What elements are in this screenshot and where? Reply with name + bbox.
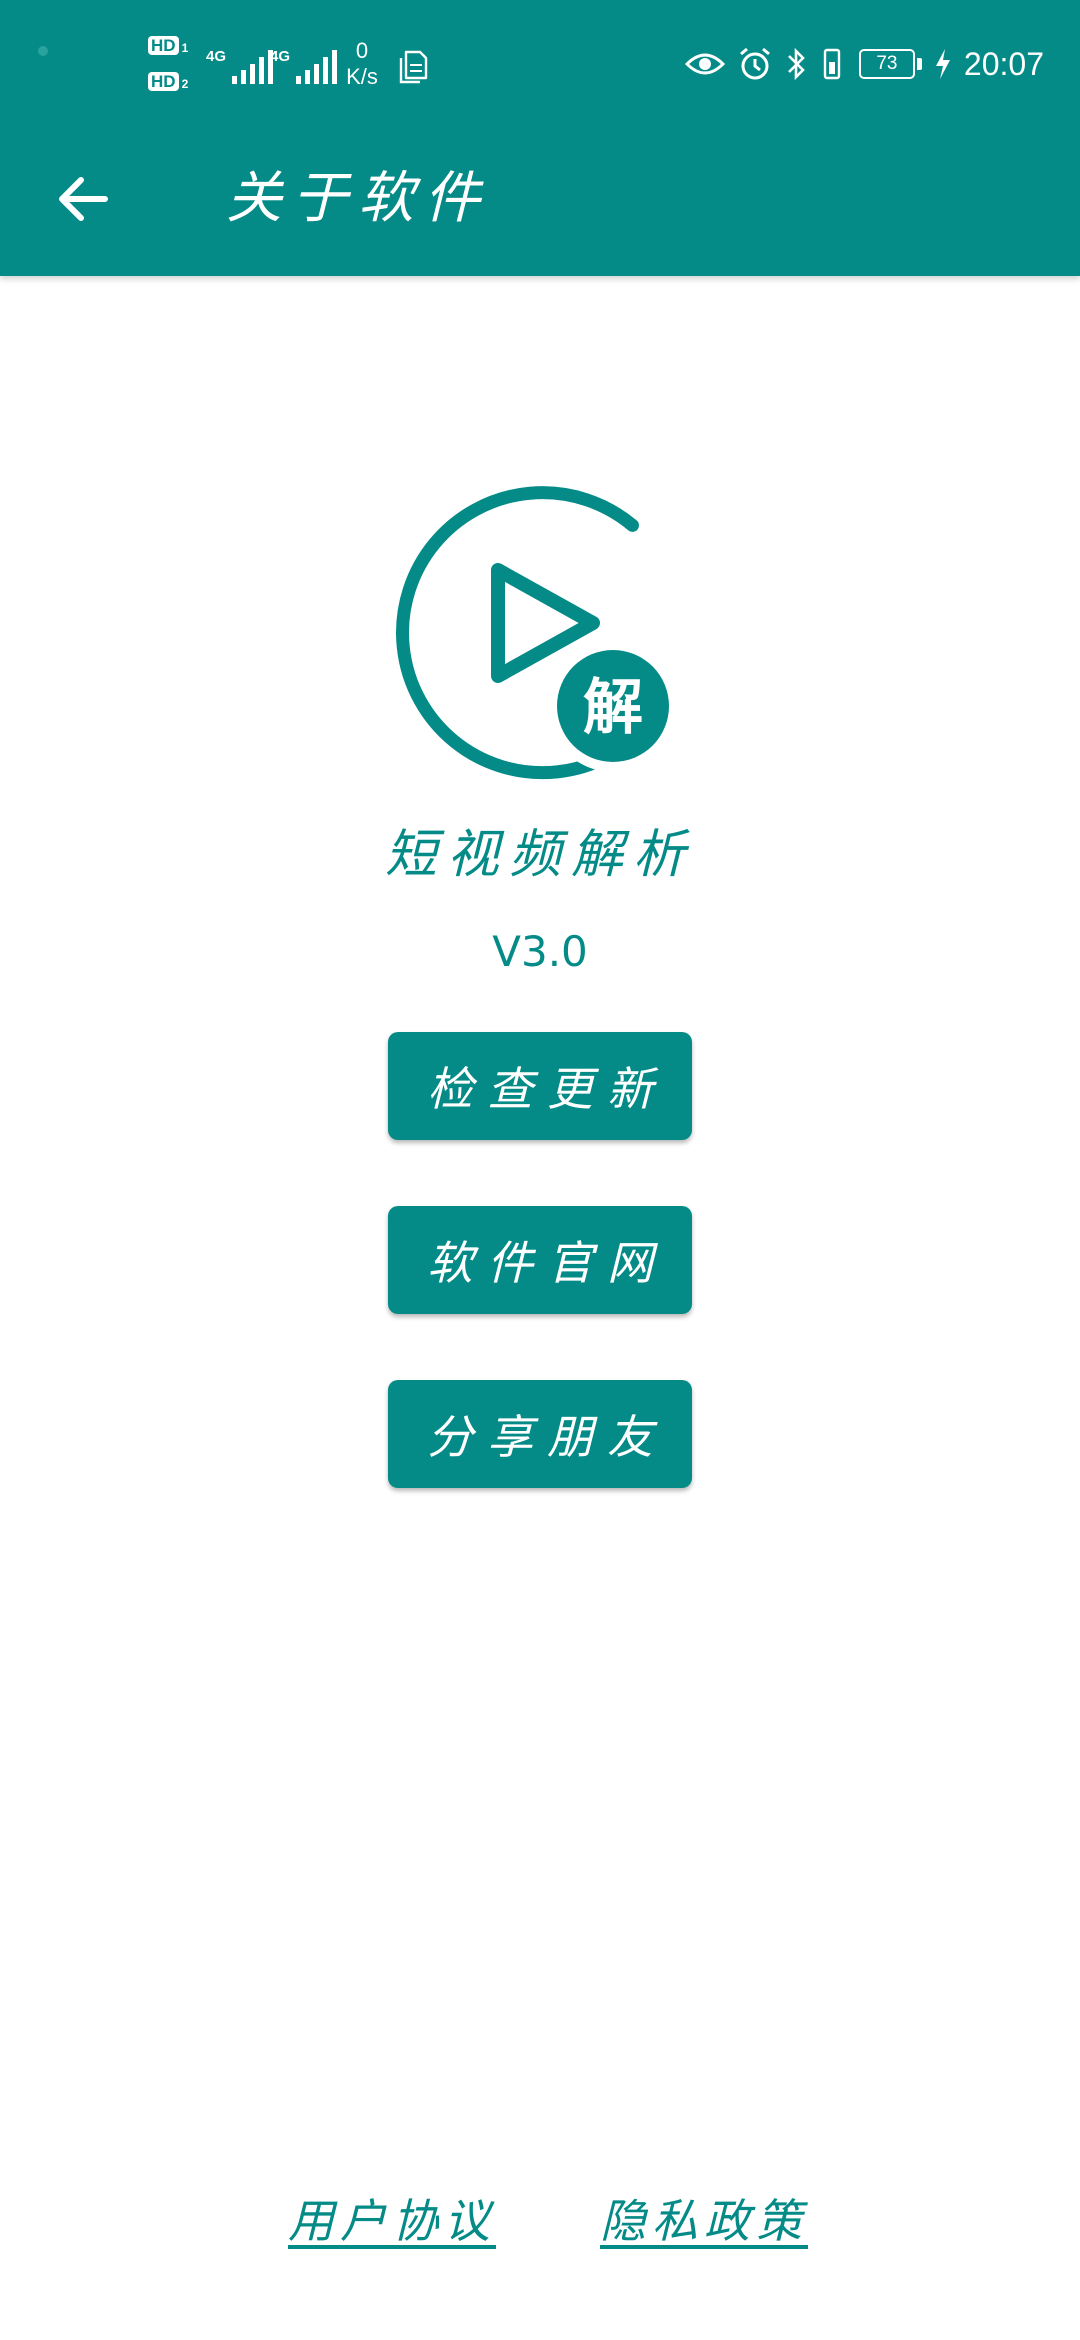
signal-bars-sim2-icon bbox=[296, 50, 337, 84]
about-screen: HD 1 HD 2 4G 4G 0 K/s 73 20:07 关于软件 解 短视… bbox=[0, 0, 1080, 2340]
back-button[interactable] bbox=[40, 156, 126, 242]
notification-dot bbox=[38, 46, 48, 56]
app-name: 短视频解析 bbox=[384, 825, 695, 885]
sim2-hd-label: HD bbox=[148, 72, 179, 91]
vibrate-icon bbox=[823, 48, 841, 80]
network-speed: 0 K/s bbox=[340, 38, 384, 90]
bluetooth-icon bbox=[788, 47, 805, 81]
logo-badge-text: 解 bbox=[583, 673, 643, 743]
network-speed-value: 0 bbox=[355, 38, 369, 63]
network-speed-unit: K/s bbox=[346, 64, 378, 89]
page-title: 关于软件 bbox=[226, 166, 490, 231]
status-bar: HD 1 HD 2 4G 4G 0 K/s 73 20:07 bbox=[0, 0, 1080, 130]
status-time: 20:07 bbox=[963, 45, 1044, 82]
sim1-slot: 1 bbox=[181, 41, 189, 55]
user-agreement-link[interactable]: 用户协议 bbox=[288, 2190, 496, 2252]
charging-icon bbox=[935, 49, 950, 79]
battery-level: 73 bbox=[876, 53, 898, 74]
app-bar: 关于软件 bbox=[0, 130, 1080, 276]
app-version: V3.0 bbox=[492, 927, 588, 976]
top-bar: HD 1 HD 2 4G 4G 0 K/s 73 20:07 关于软件 bbox=[0, 0, 1080, 276]
status-right-group: 73 20:07 bbox=[684, 42, 1044, 86]
play-parse-logo-icon: 解 bbox=[396, 486, 679, 780]
signal-sim2: 4G bbox=[270, 44, 346, 86]
sim1-hd-label: HD bbox=[148, 36, 179, 55]
official-site-button[interactable]: 软件官网 bbox=[388, 1206, 692, 1314]
privacy-policy-link[interactable]: 隐私政策 bbox=[600, 2190, 808, 2252]
battery-icon: 73 bbox=[858, 49, 915, 79]
check-update-button[interactable]: 检查更新 bbox=[388, 1032, 692, 1140]
sim1-badge: HD 1 bbox=[148, 36, 188, 55]
sim-indicators: HD 1 HD 2 bbox=[148, 36, 198, 96]
eye-comfort-icon bbox=[684, 53, 725, 75]
clipboard-icon bbox=[399, 50, 428, 84]
sim2-badge: HD 2 bbox=[148, 72, 188, 91]
share-friends-button[interactable]: 分享朋友 bbox=[388, 1380, 692, 1488]
sim2-slot: 2 bbox=[181, 77, 189, 91]
battery-cap bbox=[916, 58, 922, 70]
arrow-left-icon bbox=[59, 177, 108, 221]
alarm-icon bbox=[739, 47, 770, 80]
